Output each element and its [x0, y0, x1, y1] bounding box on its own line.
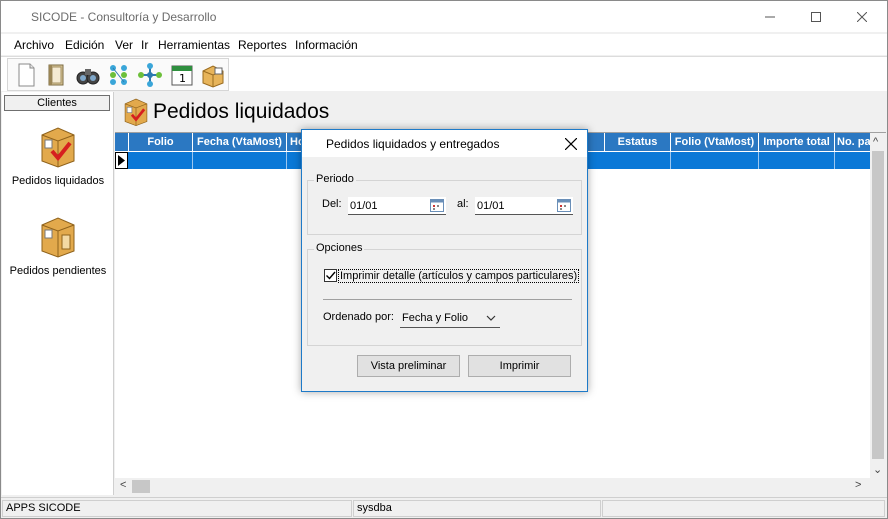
scroll-right-icon[interactable]: > [855, 479, 861, 491]
calendar-icon[interactable] [557, 198, 571, 212]
horizontal-scrollbar[interactable]: < > [115, 478, 870, 495]
del-label: Del: [322, 198, 342, 210]
app-window: SICODE - Consultoría y Desarrollo Archiv… [0, 0, 888, 519]
detalle-label[interactable]: Imprimir detalle (artículos y campos par… [338, 269, 580, 283]
status-user: sysdba [353, 500, 601, 517]
row-pointer-icon [118, 155, 125, 166]
status-empty [602, 500, 885, 517]
grid-header-indicator [115, 133, 129, 151]
package-button[interactable] [200, 62, 226, 88]
dialog-title-bar: Pedidos liquidados y entregados [302, 130, 587, 157]
menu-ir[interactable]: Ir [141, 38, 148, 52]
vista-preliminar-button[interactable]: Vista preliminar [357, 355, 460, 377]
menu-archivo[interactable]: Archivo [14, 38, 54, 52]
periodo-group: Periodo Del: 01/01 al: 01/01 [307, 173, 582, 235]
sidebar-item-label: Pedidos liquidados [11, 175, 105, 187]
horizontal-scroll-thumb[interactable] [132, 480, 150, 493]
del-date-value: 01/01 [350, 200, 378, 212]
binoculars-button[interactable] [75, 62, 101, 88]
ordenado-label: Ordenado por: [323, 311, 394, 323]
periodo-label: Periodo [314, 173, 356, 185]
status-bar: APPS SICODE sysdba [1, 497, 887, 518]
title-bar: SICODE - Consultoría y Desarrollo [1, 1, 887, 32]
grid-icon [110, 65, 127, 85]
network-button[interactable] [137, 62, 163, 88]
sidebar-item-pedidos-pendientes[interactable]: Pedidos pendientes [2, 215, 114, 277]
maximize-icon [811, 11, 821, 22]
page-title: Pedidos liquidados [153, 100, 330, 123]
book-button[interactable] [44, 62, 70, 88]
menu-herramientas[interactable]: Herramientas [158, 38, 230, 52]
row-indicator [115, 152, 128, 169]
window-title: SICODE - Consultoría y Desarrollo [31, 10, 217, 24]
dialog-title: Pedidos liquidados y entregados [326, 137, 500, 151]
report-dialog: Pedidos liquidados y entregados Periodo … [301, 129, 588, 392]
vertical-scrollbar[interactable]: ^ ⌄ [870, 133, 886, 478]
vertical-scroll-thumb[interactable] [872, 151, 884, 459]
toolbar-group: 1 [7, 58, 229, 91]
scroll-left-icon[interactable]: < [120, 479, 126, 491]
col-folio-vtamost[interactable]: Folio (VtaMost) [671, 133, 759, 151]
minimize-button[interactable] [747, 1, 793, 32]
new-document-icon [18, 63, 35, 87]
sidebar-item-label: Pedidos pendientes [9, 265, 107, 277]
col-importe-total[interactable]: Importe total [759, 133, 835, 151]
toolbar: 1 [1, 56, 887, 91]
al-date-field[interactable]: 01/01 [475, 197, 573, 215]
scroll-up-icon[interactable]: ^ [873, 136, 878, 148]
binoculars-icon [76, 69, 100, 85]
table-cell[interactable] [671, 152, 759, 169]
checkmark-icon [326, 271, 336, 280]
sidebar: Clientes Pedidos liquidados Pedidos pend… [2, 92, 114, 495]
chevron-down-icon [486, 315, 496, 321]
menu-ver[interactable]: Ver [115, 38, 133, 52]
close-icon [857, 11, 867, 22]
network-icon [138, 63, 162, 87]
col-no-pa[interactable]: No. pa [835, 133, 870, 151]
opciones-group: Opciones Imprimir detalle (artículos y c… [307, 242, 582, 346]
al-date-value: 01/01 [477, 200, 505, 212]
dialog-close-button[interactable] [560, 133, 582, 155]
sidebar-header-clientes[interactable]: Clientes [4, 95, 110, 111]
close-icon [565, 138, 577, 150]
menu-bar: Archivo Edición Ver Ir Herramientas Repo… [1, 34, 887, 55]
menu-informacion[interactable]: Información [295, 38, 358, 52]
col-fecha-vtamost[interactable]: Fecha (VtaMost) [193, 133, 287, 151]
box-check-icon [41, 127, 75, 168]
del-date-field[interactable]: 01/01 [348, 197, 446, 215]
table-cell[interactable] [129, 152, 193, 169]
maximize-button[interactable] [793, 1, 839, 32]
book-icon [48, 64, 64, 86]
box-check-icon [124, 98, 148, 127]
options-separator [323, 299, 572, 300]
sidebar-item-pedidos-liquidados[interactable]: Pedidos liquidados [2, 125, 114, 187]
al-label: al: [457, 198, 469, 210]
ordenado-value: Fecha y Folio [402, 312, 469, 324]
close-button[interactable] [839, 1, 885, 32]
table-cell[interactable] [605, 152, 671, 169]
menu-edicion[interactable]: Edición [65, 38, 104, 52]
col-estatus[interactable]: Estatus [605, 133, 671, 151]
calendar-icon[interactable] [430, 198, 444, 212]
new-document-button[interactable] [13, 62, 39, 88]
opciones-label: Opciones [314, 242, 365, 254]
detalle-checkbox[interactable] [324, 269, 337, 282]
package-icon [202, 65, 224, 88]
minimize-icon [765, 16, 775, 17]
status-app: APPS SICODE [2, 500, 352, 517]
calendar-button[interactable]: 1 [169, 62, 195, 88]
menu-reportes[interactable]: Reportes [238, 38, 287, 52]
table-cell[interactable] [759, 152, 835, 169]
scrollbar-corner [870, 478, 886, 495]
svg-text:1: 1 [179, 72, 186, 85]
table-cell[interactable] [193, 152, 287, 169]
calendar-icon: 1 [171, 65, 193, 86]
ordenado-select[interactable]: Fecha y Folio [400, 310, 500, 328]
scroll-down-icon[interactable]: ⌄ [873, 463, 882, 476]
imprimir-button[interactable]: Imprimir [468, 355, 571, 377]
grid-button[interactable] [106, 62, 132, 88]
box-pending-icon [41, 217, 75, 258]
col-folio[interactable]: Folio [129, 133, 193, 151]
